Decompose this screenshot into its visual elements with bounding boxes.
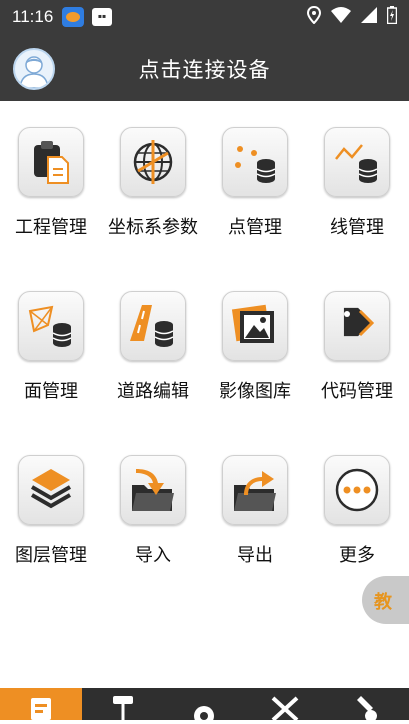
tutorial-float-button[interactable]: 教: [362, 576, 409, 624]
menu-code-management[interactable]: 代码管理: [306, 265, 408, 429]
connect-device-title[interactable]: 点击连接设备: [0, 54, 409, 84]
tag-icon: [343, 307, 375, 337]
menu-surface-management[interactable]: 面管理: [0, 265, 102, 429]
app-notification-icon: [62, 7, 84, 27]
menu-image-gallery[interactable]: 影像图库: [204, 265, 306, 429]
menu-line-management[interactable]: 线管理: [306, 101, 408, 265]
menu-label: 线管理: [330, 217, 384, 238]
nav-project[interactable]: [21, 692, 61, 720]
menu-label: 导入: [135, 545, 171, 566]
nav-survey[interactable]: [103, 692, 143, 720]
menu-point-management[interactable]: 点管理: [204, 101, 306, 265]
road-database-icon: [130, 305, 174, 347]
menu-road-editing[interactable]: 道路编辑: [102, 265, 204, 429]
menu-label: 图层管理: [15, 545, 87, 566]
menu-label: 面管理: [24, 381, 78, 402]
status-bar: 11:16 ▪▪: [0, 0, 409, 34]
menu-label: 更多: [339, 545, 375, 566]
menu-label: 道路编辑: [117, 381, 189, 402]
menu-export[interactable]: 导出: [204, 429, 306, 593]
polygon-database-icon: [28, 305, 72, 347]
line-database-icon: [335, 144, 378, 183]
menu-layer-management[interactable]: 图层管理: [0, 429, 102, 593]
tools-icon: [271, 696, 299, 722]
app-header: 点击连接设备: [0, 34, 409, 101]
status-icons: [307, 6, 397, 24]
location-icon: [307, 6, 321, 24]
menu-import[interactable]: 导入: [102, 429, 204, 593]
bottom-nav: [0, 688, 409, 724]
app-notification-icon: ▪▪: [92, 8, 112, 26]
points-database-icon: [235, 146, 276, 183]
signal-icon: [361, 7, 377, 23]
menu-project-management[interactable]: 工程管理: [0, 101, 102, 265]
menu-label: 影像图库: [219, 381, 291, 402]
import-folder-icon: [132, 469, 174, 511]
project-icon: [31, 698, 51, 720]
menu-label: 工程管理: [15, 217, 87, 238]
nav-settings[interactable]: [184, 692, 224, 724]
more-dots-icon: [335, 468, 379, 512]
tutorial-label: 教: [374, 592, 392, 613]
globe-compass-icon: [133, 140, 173, 184]
nav-maintenance[interactable]: [347, 692, 387, 722]
menu-label: 导出: [237, 545, 273, 566]
menu-label: 坐标系参数: [108, 217, 198, 238]
battery-icon: [387, 6, 397, 24]
settings-gear-icon: [194, 706, 214, 724]
wrench-person-icon: [357, 696, 377, 722]
project-clipboard-icon: [34, 141, 69, 184]
layers-icon: [30, 469, 72, 509]
wifi-icon: [331, 7, 351, 23]
status-time: 11:16: [12, 7, 54, 26]
menu-label: 代码管理: [321, 381, 393, 402]
nav-tools[interactable]: [265, 692, 305, 722]
image-gallery-icon: [231, 304, 274, 343]
menu-label: 点管理: [228, 217, 282, 238]
menu-coordinate-params[interactable]: 坐标系参数: [102, 101, 204, 265]
menu-more[interactable]: 更多: [306, 429, 408, 593]
export-folder-icon: [234, 471, 276, 511]
survey-instrument-icon: [113, 696, 133, 720]
